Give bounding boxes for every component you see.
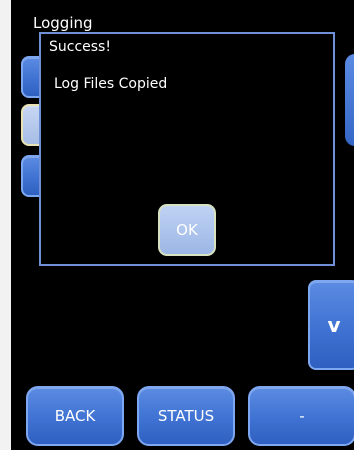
ok-button[interactable]: OK <box>158 204 216 256</box>
left-bezel <box>0 0 11 450</box>
ok-button-label: OK <box>176 221 198 239</box>
status-button[interactable]: STATUS <box>137 386 235 446</box>
dash-button[interactable]: - <box>248 386 354 446</box>
back-button-label: BACK <box>54 407 96 425</box>
dialog-message: Log Files Copied <box>54 76 168 92</box>
dialog-title: Success! <box>49 39 111 55</box>
chevron-down-icon: v <box>327 313 341 337</box>
back-button[interactable]: BACK <box>26 386 124 446</box>
scroll-down-button[interactable]: v <box>308 280 354 370</box>
status-button-label: STATUS <box>157 407 215 425</box>
dash-button-label: - <box>299 407 305 425</box>
page-title: Logging <box>33 14 93 32</box>
right-edge-button[interactable] <box>345 54 354 146</box>
success-dialog: Success! Log Files Copied OK <box>39 32 335 266</box>
